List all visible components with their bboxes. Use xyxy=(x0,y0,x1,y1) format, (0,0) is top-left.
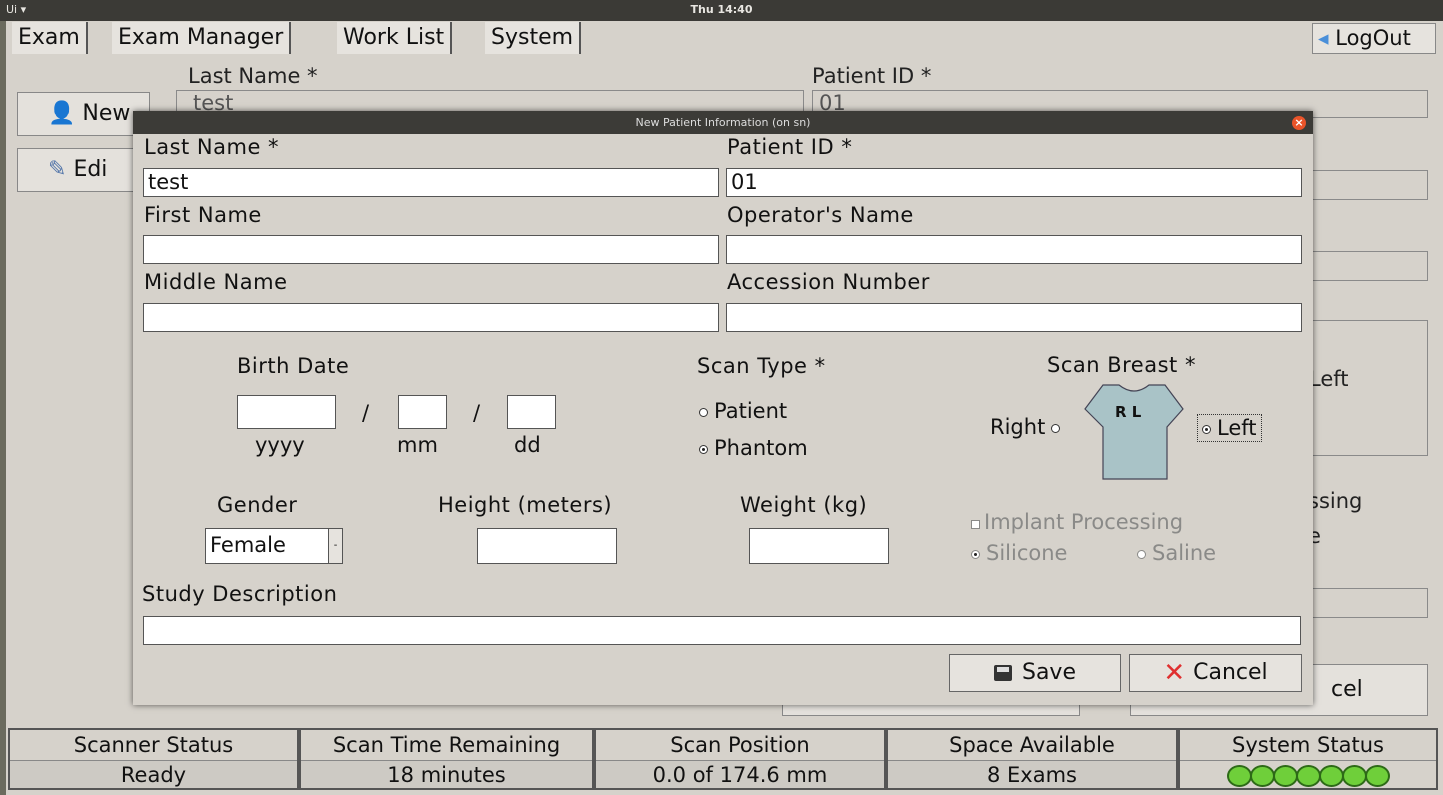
weight-label: Weight (kg) xyxy=(740,493,868,517)
scanner-status-panel: Scanner Status Ready xyxy=(8,728,299,790)
scan-position-header: Scan Position xyxy=(670,733,810,757)
system-status-panel: System Status xyxy=(1178,728,1438,790)
dropdown-arrow-icon: - xyxy=(328,529,342,563)
space-available-panel: Space Available 8 Exams xyxy=(886,728,1178,790)
date-separator: / xyxy=(362,401,370,425)
status-led-icon xyxy=(1272,765,1298,787)
height-field[interactable] xyxy=(477,528,617,564)
date-separator: / xyxy=(473,401,481,425)
weight-field[interactable] xyxy=(749,528,889,564)
dd-label: dd xyxy=(514,433,541,457)
new-patient-button[interactable]: 👤 New xyxy=(17,92,150,136)
bg-processing-label: ssing xyxy=(1308,489,1363,513)
birth-day-field[interactable] xyxy=(507,395,556,429)
radio-icon xyxy=(1051,423,1061,433)
status-led-icon xyxy=(1341,765,1367,787)
scan-position-panel: Scan Position 0.0 of 174.6 mm xyxy=(594,728,886,790)
space-available-header: Space Available xyxy=(949,733,1115,757)
add-user-icon: 👤 xyxy=(48,101,76,126)
system-top-bar: Ui ▾ Thu 14:40 xyxy=(0,0,1443,21)
radio-selected-icon xyxy=(699,444,708,454)
patient-id-field[interactable]: 01 xyxy=(726,168,1302,197)
scan-position-value: 0.0 of 174.6 mm xyxy=(596,760,884,788)
tab-exam[interactable]: Exam xyxy=(12,22,88,54)
status-led-icon xyxy=(1249,765,1275,787)
radio-icon xyxy=(1137,549,1146,559)
scan-type-phantom-radio[interactable]: Phantom xyxy=(699,436,808,460)
middle-name-field[interactable] xyxy=(143,303,719,332)
last-name-field[interactable]: test xyxy=(143,168,719,197)
silicone-radio: Silicone xyxy=(971,541,1067,565)
operator-name-label: Operator's Name xyxy=(727,203,914,227)
saline-radio: Saline xyxy=(1137,541,1216,565)
cancel-button[interactable]: ✕ Cancel xyxy=(1129,654,1302,692)
mm-label: mm xyxy=(397,433,438,457)
tab-exam-manager[interactable]: Exam Manager xyxy=(112,22,292,54)
status-led-icon xyxy=(1295,765,1321,787)
edit-icon: ✎ xyxy=(48,157,67,182)
operator-name-field[interactable] xyxy=(726,235,1302,264)
gender-select[interactable]: Female - xyxy=(205,528,343,564)
scan-breast-label: Scan Breast * xyxy=(1047,353,1196,377)
bg-patient-id-label: Patient ID * xyxy=(812,64,932,88)
save-button[interactable]: Save xyxy=(949,654,1121,692)
logout-icon: ◂ xyxy=(1318,26,1329,50)
space-available-value: 8 Exams xyxy=(888,760,1176,788)
bg-last-name-label: Last Name * xyxy=(188,64,318,88)
clock: Thu 14:40 xyxy=(690,3,753,16)
gender-label: Gender xyxy=(217,493,298,517)
study-description-field[interactable] xyxy=(143,616,1301,645)
logout-label: LogOut xyxy=(1335,26,1411,50)
radio-selected-icon xyxy=(1202,424,1211,434)
last-name-label: Last Name * xyxy=(144,135,280,159)
scanner-status-header: Scanner Status xyxy=(73,733,234,757)
patient-id-label: Patient ID * xyxy=(727,135,853,159)
scan-time-value: 18 minutes xyxy=(301,760,592,788)
cancel-x-icon: ✕ xyxy=(1163,658,1186,688)
torso-rl-label: R L xyxy=(1115,403,1142,421)
middle-name-label: Middle Name xyxy=(144,270,288,294)
system-status-leds xyxy=(1180,760,1436,788)
yyyy-label: yyyy xyxy=(255,433,305,457)
scan-type-patient-radio[interactable]: Patient xyxy=(699,399,787,423)
accession-number-field[interactable] xyxy=(726,303,1302,332)
first-name-label: First Name xyxy=(144,203,262,227)
accession-number-label: Accession Number xyxy=(727,270,930,294)
new-patient-dialog: New Patient Information (on sn) × Last N… xyxy=(133,111,1313,705)
scan-breast-right-radio[interactable]: Right xyxy=(990,415,1066,439)
edit-patient-button[interactable]: ✎ Edi xyxy=(17,148,150,192)
implant-processing-checkbox: Implant Processing xyxy=(971,510,1183,534)
dialog-title: New Patient Information (on sn) xyxy=(133,111,1313,134)
bg-left-label: Left xyxy=(1309,367,1349,391)
scan-breast-left-radio[interactable]: Left xyxy=(1197,414,1262,442)
study-description-label: Study Description xyxy=(142,582,338,606)
radio-icon xyxy=(699,407,708,417)
height-label: Height (meters) xyxy=(438,493,613,517)
close-icon[interactable]: × xyxy=(1292,116,1306,130)
status-led-icon xyxy=(1226,765,1252,787)
first-name-field[interactable] xyxy=(143,235,719,264)
system-status-header: System Status xyxy=(1232,733,1384,757)
birth-date-label: Birth Date xyxy=(237,354,350,378)
birth-month-field[interactable] xyxy=(398,395,447,429)
logout-button[interactable]: ◂ LogOut xyxy=(1312,23,1436,54)
scanner-status-value: Ready xyxy=(10,760,297,788)
birth-year-field[interactable] xyxy=(237,395,336,429)
radio-selected-icon xyxy=(971,549,980,559)
status-led-icon xyxy=(1318,765,1344,787)
torso-icon xyxy=(1084,384,1184,480)
scan-time-panel: Scan Time Remaining 18 minutes xyxy=(299,728,594,790)
scan-time-header: Scan Time Remaining xyxy=(332,733,561,757)
tab-system[interactable]: System xyxy=(485,22,582,54)
checkbox-icon xyxy=(971,520,980,529)
status-led-icon xyxy=(1364,765,1390,787)
tab-work-list[interactable]: Work List xyxy=(337,22,453,54)
scan-type-label: Scan Type * xyxy=(697,354,826,378)
floppy-disk-icon xyxy=(993,665,1012,681)
